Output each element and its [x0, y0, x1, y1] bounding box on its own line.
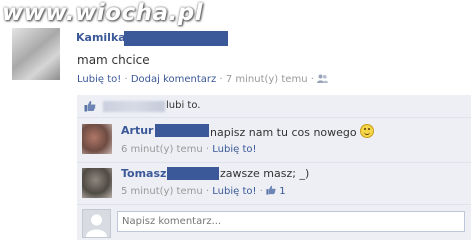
post-author-avatar[interactable]	[12, 28, 60, 80]
post-meta: Lubię to! · Dodaj komentarz · 7 minut(y)…	[77, 74, 329, 85]
likes-text: lubi to.	[166, 100, 201, 111]
thumbs-up-icon[interactable]	[266, 185, 276, 195]
redacted-surname	[124, 31, 228, 46]
comment-text: zawsze masz; _)	[220, 167, 310, 180]
meta-separator: ·	[259, 186, 263, 197]
commenter-avatar[interactable]	[82, 124, 112, 154]
comment-timestamp[interactable]: 6 minut(y) temu	[121, 144, 203, 155]
post-author-name[interactable]: Kamilka	[76, 31, 126, 44]
meta-separator: ·	[219, 74, 223, 85]
commenter-name[interactable]: Artur	[121, 124, 153, 137]
post-like-link[interactable]: Lubię to!	[77, 74, 121, 85]
meta-separator: ·	[205, 144, 210, 155]
add-comment-link[interactable]: Dodaj komentarz	[131, 74, 216, 85]
post-timestamp[interactable]: 7 minut(y) temu	[226, 74, 308, 85]
comment-text-body: napisz nam tu cos nowego	[210, 126, 357, 139]
comment-item: Tomasz zawsze masz; _) 5 minut(y) temu ·…	[77, 163, 471, 205]
meta-separator: ·	[310, 74, 314, 85]
post-author-row: Kamilka	[76, 31, 126, 47]
likes-summary: lubi to.	[77, 95, 471, 118]
comment-timestamp[interactable]: 5 minut(y) temu	[121, 186, 203, 197]
meta-separator: ·	[124, 74, 128, 85]
commenter-avatar[interactable]	[82, 168, 112, 198]
post-text: mam chcice	[77, 53, 150, 67]
friends-privacy-icon[interactable]	[317, 74, 329, 83]
commenter-name[interactable]: Tomasz	[121, 167, 166, 180]
comment-input[interactable]	[117, 211, 465, 232]
comment-like-link[interactable]: Lubię to!	[212, 144, 256, 155]
current-user-avatar	[82, 209, 111, 238]
comment-meta: 6 minut(y) temu · Lubię to!	[121, 144, 257, 155]
comment-text: napisz nam tu cos nowego	[210, 124, 375, 139]
comment-composer	[77, 205, 471, 240]
thumbs-up-icon	[84, 100, 96, 112]
comment-item: Artur napisz nam tu cos nowego 6 minut(y…	[77, 118, 471, 163]
smile-icon	[360, 124, 375, 138]
comment-meta: 5 minut(y) temu · Lubię to! · 1	[121, 185, 286, 197]
comment-like-link[interactable]: Lubię to!	[212, 186, 256, 197]
site-watermark: www.wiocha.pl	[2, 0, 204, 26]
redacted-surname	[155, 124, 209, 137]
meta-separator: ·	[205, 186, 210, 197]
comment-like-count[interactable]: 1	[279, 186, 285, 197]
blurred-liker-name	[103, 101, 165, 112]
redacted-surname	[167, 167, 219, 180]
